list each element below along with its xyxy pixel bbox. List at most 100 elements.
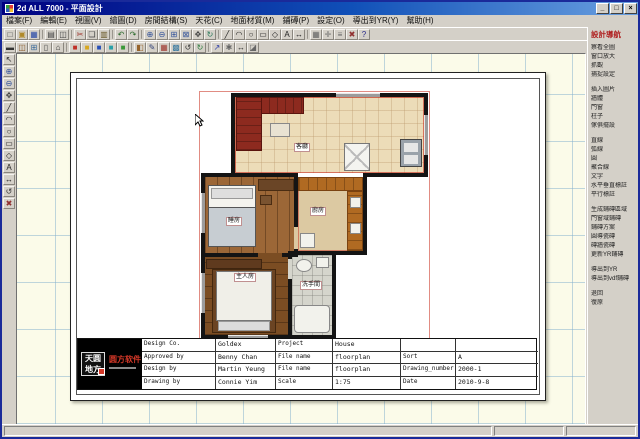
- undo-icon[interactable]: ↶: [115, 29, 127, 40]
- layers-icon[interactable]: ≡: [334, 29, 346, 40]
- nav-command[interactable]: 圓導瓷磚: [591, 233, 638, 242]
- drawing-sheet[interactable]: 客廳 睡房 廚房 主人房 洗手間 天圆 地方 圆方软件 Design C: [70, 72, 546, 401]
- nav-command[interactable]: 文字: [591, 173, 638, 182]
- nav-command[interactable]: 更新YR鋪磚: [591, 251, 638, 260]
- open-file-icon[interactable]: ▣: [16, 29, 28, 40]
- pan-icon[interactable]: ✥: [3, 90, 15, 101]
- paste-icon[interactable]: ▥: [98, 29, 110, 40]
- measure-icon[interactable]: ↔: [235, 42, 247, 53]
- nav-command[interactable]: 生成鋪磚區域: [591, 206, 638, 215]
- nav-command[interactable]: 門窗域鋪磚: [591, 215, 638, 224]
- snap-icon[interactable]: ✛: [322, 29, 334, 40]
- floor-plan[interactable]: 客廳 睡房 廚房 主人房 洗手間: [198, 93, 433, 341]
- arc-icon[interactable]: ◠: [233, 29, 245, 40]
- nav-command[interactable]: 平行標註: [591, 191, 638, 200]
- nav-command[interactable]: 牆體: [591, 95, 638, 104]
- dimension-icon[interactable]: ↔: [3, 174, 15, 185]
- settings-icon[interactable]: ✱: [223, 42, 235, 53]
- window-tool-icon[interactable]: ⊞: [28, 42, 40, 53]
- circle-icon[interactable]: ○: [3, 126, 15, 137]
- polyline-icon[interactable]: ◇: [3, 150, 15, 161]
- nav-command[interactable]: 傢俱擺設: [591, 122, 638, 131]
- maximize-button[interactable]: □: [610, 3, 623, 14]
- drawing-canvas[interactable]: 客廳 睡房 廚房 主人房 洗手間 天圆 地方 圆方软件 Design C: [16, 53, 586, 426]
- text-icon[interactable]: A: [281, 29, 293, 40]
- erase-icon[interactable]: ✖: [3, 198, 15, 209]
- tile-scheme-icon[interactable]: ▩: [170, 42, 182, 53]
- rotate-icon[interactable]: ↺: [3, 186, 15, 197]
- menu-item[interactable]: 導出到YR(Y): [349, 15, 403, 27]
- nav-command[interactable]: 窗口放大: [591, 53, 638, 62]
- room-tool-icon[interactable]: ⌂: [52, 42, 64, 53]
- minimize-button[interactable]: _: [596, 3, 609, 14]
- help-icon[interactable]: ?: [358, 29, 370, 40]
- zoom-out-icon[interactable]: ⊖: [3, 78, 15, 89]
- menu-item[interactable]: 視圖(V): [71, 15, 106, 27]
- line-icon[interactable]: ╱: [3, 102, 15, 113]
- tile-green-icon[interactable]: ■: [117, 42, 129, 53]
- nav-command[interactable]: 插入圖片: [591, 86, 638, 95]
- tile-blue-icon[interactable]: ■: [93, 42, 105, 53]
- update-tile-icon[interactable]: ↻: [194, 42, 206, 53]
- nav-command[interactable]: 門窗: [591, 104, 638, 113]
- nav-command[interactable]: 導出到vdf鋪磚: [591, 275, 638, 284]
- tile-region-icon[interactable]: ▦: [158, 42, 170, 53]
- nav-command[interactable]: 抓觀: [591, 62, 638, 71]
- tile-red-icon[interactable]: ■: [69, 42, 81, 53]
- rotate-tile-icon[interactable]: ↺: [182, 42, 194, 53]
- grid-icon[interactable]: ▦: [310, 29, 322, 40]
- nav-command[interactable]: 直線: [591, 137, 638, 146]
- nav-command[interactable]: 圓: [591, 155, 638, 164]
- rectangle-icon[interactable]: ▭: [3, 138, 15, 149]
- menu-item[interactable]: 繪圖(D): [106, 15, 141, 27]
- save-icon[interactable]: ▦: [28, 29, 40, 40]
- print-preview-icon[interactable]: ◫: [57, 29, 69, 40]
- fill-tile-icon[interactable]: ◧: [134, 42, 146, 53]
- new-file-icon[interactable]: □: [4, 29, 16, 40]
- close-button[interactable]: ×: [624, 3, 637, 14]
- tile-cyan-icon[interactable]: ■: [105, 42, 117, 53]
- nav-command[interactable]: 弧線: [591, 146, 638, 155]
- zoom-out-icon[interactable]: ⊖: [156, 29, 168, 40]
- menu-item[interactable]: 設定(O): [313, 15, 349, 27]
- circle-icon[interactable]: ○: [245, 29, 257, 40]
- menu-item[interactable]: 房間結構(S): [141, 15, 192, 27]
- menu-item[interactable]: 鋪磚(P): [278, 15, 313, 27]
- nav-command[interactable]: 導出到YR: [591, 266, 638, 275]
- eraser-icon[interactable]: ◪: [247, 42, 259, 53]
- menu-item[interactable]: 地面材質(M): [226, 15, 278, 27]
- arc-icon[interactable]: ◠: [3, 114, 15, 125]
- line-icon[interactable]: ╱: [221, 29, 233, 40]
- export-yr-icon[interactable]: ↗: [211, 42, 223, 53]
- menu-item[interactable]: 天花(C): [191, 15, 226, 27]
- menu-item[interactable]: 幫助(H): [402, 15, 437, 27]
- nav-command[interactable]: 聚合線: [591, 164, 638, 173]
- pan-icon[interactable]: ✥: [192, 29, 204, 40]
- zoom-window-icon[interactable]: ⊞: [168, 29, 180, 40]
- text-icon[interactable]: A: [3, 162, 15, 173]
- nav-command[interactable]: 磚牆瓷磚: [591, 242, 638, 251]
- tile-yellow-icon[interactable]: ■: [81, 42, 93, 53]
- door-tool-icon[interactable]: ◫: [16, 42, 28, 53]
- polyline-icon[interactable]: ◇: [269, 29, 281, 40]
- delete-icon[interactable]: ✖: [346, 29, 358, 40]
- zoom-in-icon[interactable]: ⊕: [144, 29, 156, 40]
- dimension-icon[interactable]: ↔: [293, 29, 305, 40]
- pick-tile-icon[interactable]: ✎: [146, 42, 158, 53]
- nav-command[interactable]: 水平垂直標註: [591, 182, 638, 191]
- menu-item[interactable]: 編輯(E): [36, 15, 71, 27]
- print-icon[interactable]: ▤: [45, 29, 57, 40]
- rectangle-icon[interactable]: ▭: [257, 29, 269, 40]
- menu-item[interactable]: 檔案(F): [2, 15, 36, 27]
- cut-icon[interactable]: ✂: [74, 29, 86, 40]
- copy-icon[interactable]: ❏: [86, 29, 98, 40]
- nav-command[interactable]: 柱子: [591, 113, 638, 122]
- column-tool-icon[interactable]: ▯: [40, 42, 52, 53]
- wall-tool-icon[interactable]: ▬: [4, 42, 16, 53]
- nav-command[interactable]: 察看全圖: [591, 44, 638, 53]
- redraw-icon[interactable]: ↻: [204, 29, 216, 40]
- nav-command[interactable]: 復原: [591, 299, 638, 308]
- zoom-extents-icon[interactable]: ⊠: [180, 29, 192, 40]
- nav-command[interactable]: 退回: [591, 290, 638, 299]
- nav-command[interactable]: 捕捉設定: [591, 71, 638, 80]
